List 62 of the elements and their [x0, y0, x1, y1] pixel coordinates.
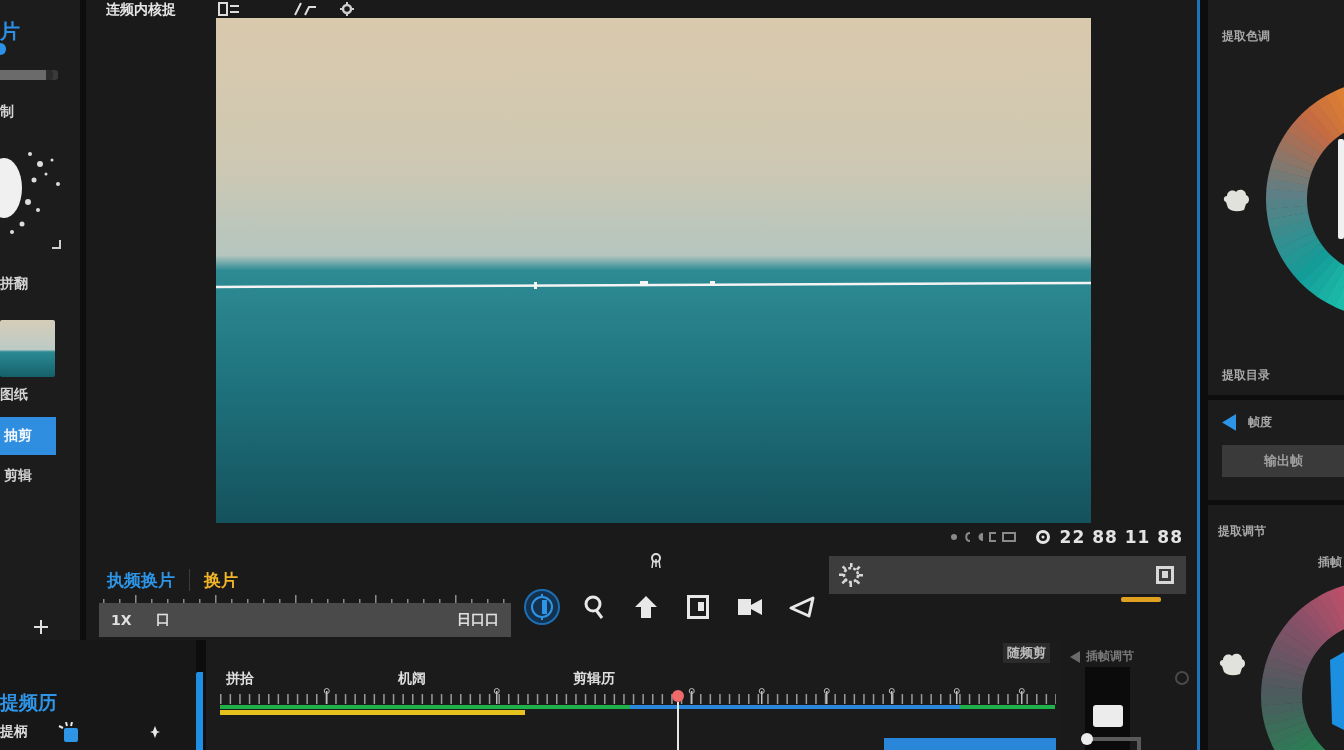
speed-label: 1X — [111, 612, 132, 628]
timeline-handle[interactable] — [196, 672, 206, 750]
record-icon — [1034, 529, 1051, 545]
marker-label: 剪辑历 — [573, 670, 616, 688]
card-icon — [1092, 705, 1123, 727]
dial-icon — [529, 594, 555, 620]
clip-bar[interactable] — [630, 705, 960, 709]
marker-label: 机阔 — [398, 670, 427, 688]
panel-icon — [687, 595, 709, 619]
tab[interactable]: 换片 — [204, 568, 238, 592]
cloud-icon — [1218, 652, 1246, 676]
frame-icon — [1001, 532, 1016, 542]
clip-bar[interactable] — [884, 738, 1056, 750]
clip-bar[interactable] — [220, 705, 630, 709]
thumbnail-caption: 图纸 — [0, 385, 28, 403]
crosshair-icon[interactable] — [340, 2, 354, 16]
timeline-title: 随频剪 — [1003, 643, 1050, 663]
up-arrow-icon — [634, 595, 658, 619]
list-icon[interactable] — [218, 2, 240, 16]
frame-counter: 日口口 — [457, 611, 499, 629]
wheel-caption: 提取目录 — [1222, 367, 1270, 384]
sidebar-caption: 拼翻 — [0, 274, 28, 292]
video-camera-icon — [737, 597, 763, 617]
clip-bar[interactable] — [220, 710, 525, 715]
panel-title: 提取色调 — [1222, 28, 1270, 45]
scrub-mark: 口 — [155, 611, 170, 629]
tracks-heading: 提频历 — [0, 690, 58, 714]
triangle-icon — [1222, 414, 1236, 431]
track-label: 提柄 — [0, 723, 28, 741]
sparkle-icon — [150, 726, 160, 738]
slash-icon[interactable] — [292, 2, 318, 16]
scrub-track[interactable]: 1X 口 日口口 — [99, 603, 511, 637]
adjust-label: 插帧 — [1318, 554, 1342, 571]
marker-label: 拼拾 — [226, 670, 255, 688]
bracket-icon — [988, 532, 997, 542]
dot-icon — [949, 532, 958, 542]
add-button[interactable] — [32, 618, 50, 636]
keyframe-title: 插帧调节 — [1086, 648, 1134, 665]
mode-label: 帧度 — [1248, 414, 1272, 431]
sidebar-item[interactable]: 剪辑 — [0, 465, 56, 487]
spinner-icon[interactable] — [839, 563, 863, 587]
click-icon[interactable] — [58, 722, 80, 742]
triangle-icon — [1070, 650, 1080, 663]
output-button[interactable]: 输出帧 — [1222, 445, 1344, 477]
viewer-title: 连频内核捉 — [106, 1, 176, 17]
crescent-icon — [962, 532, 971, 542]
tab[interactable]: 执频换片 — [107, 568, 175, 592]
circle-icon — [1175, 671, 1189, 685]
sidebar-heading: 片 — [0, 20, 20, 42]
search-icon — [583, 595, 605, 619]
progress-marker — [1121, 597, 1161, 602]
square-icon[interactable] — [1156, 566, 1174, 584]
clip-bar[interactable] — [960, 705, 1055, 709]
timecode: 22 88 11 88 — [1059, 527, 1183, 547]
photo-placeholder — [0, 320, 55, 377]
triangle-icon — [789, 596, 815, 618]
tripod-icon — [650, 553, 662, 569]
sidebar-label: 制 — [0, 102, 14, 120]
panel-title: 提取调节 — [1218, 523, 1266, 540]
playhead[interactable] — [672, 690, 684, 750]
cloud-icon — [1222, 188, 1250, 212]
plus-icon — [34, 620, 48, 634]
